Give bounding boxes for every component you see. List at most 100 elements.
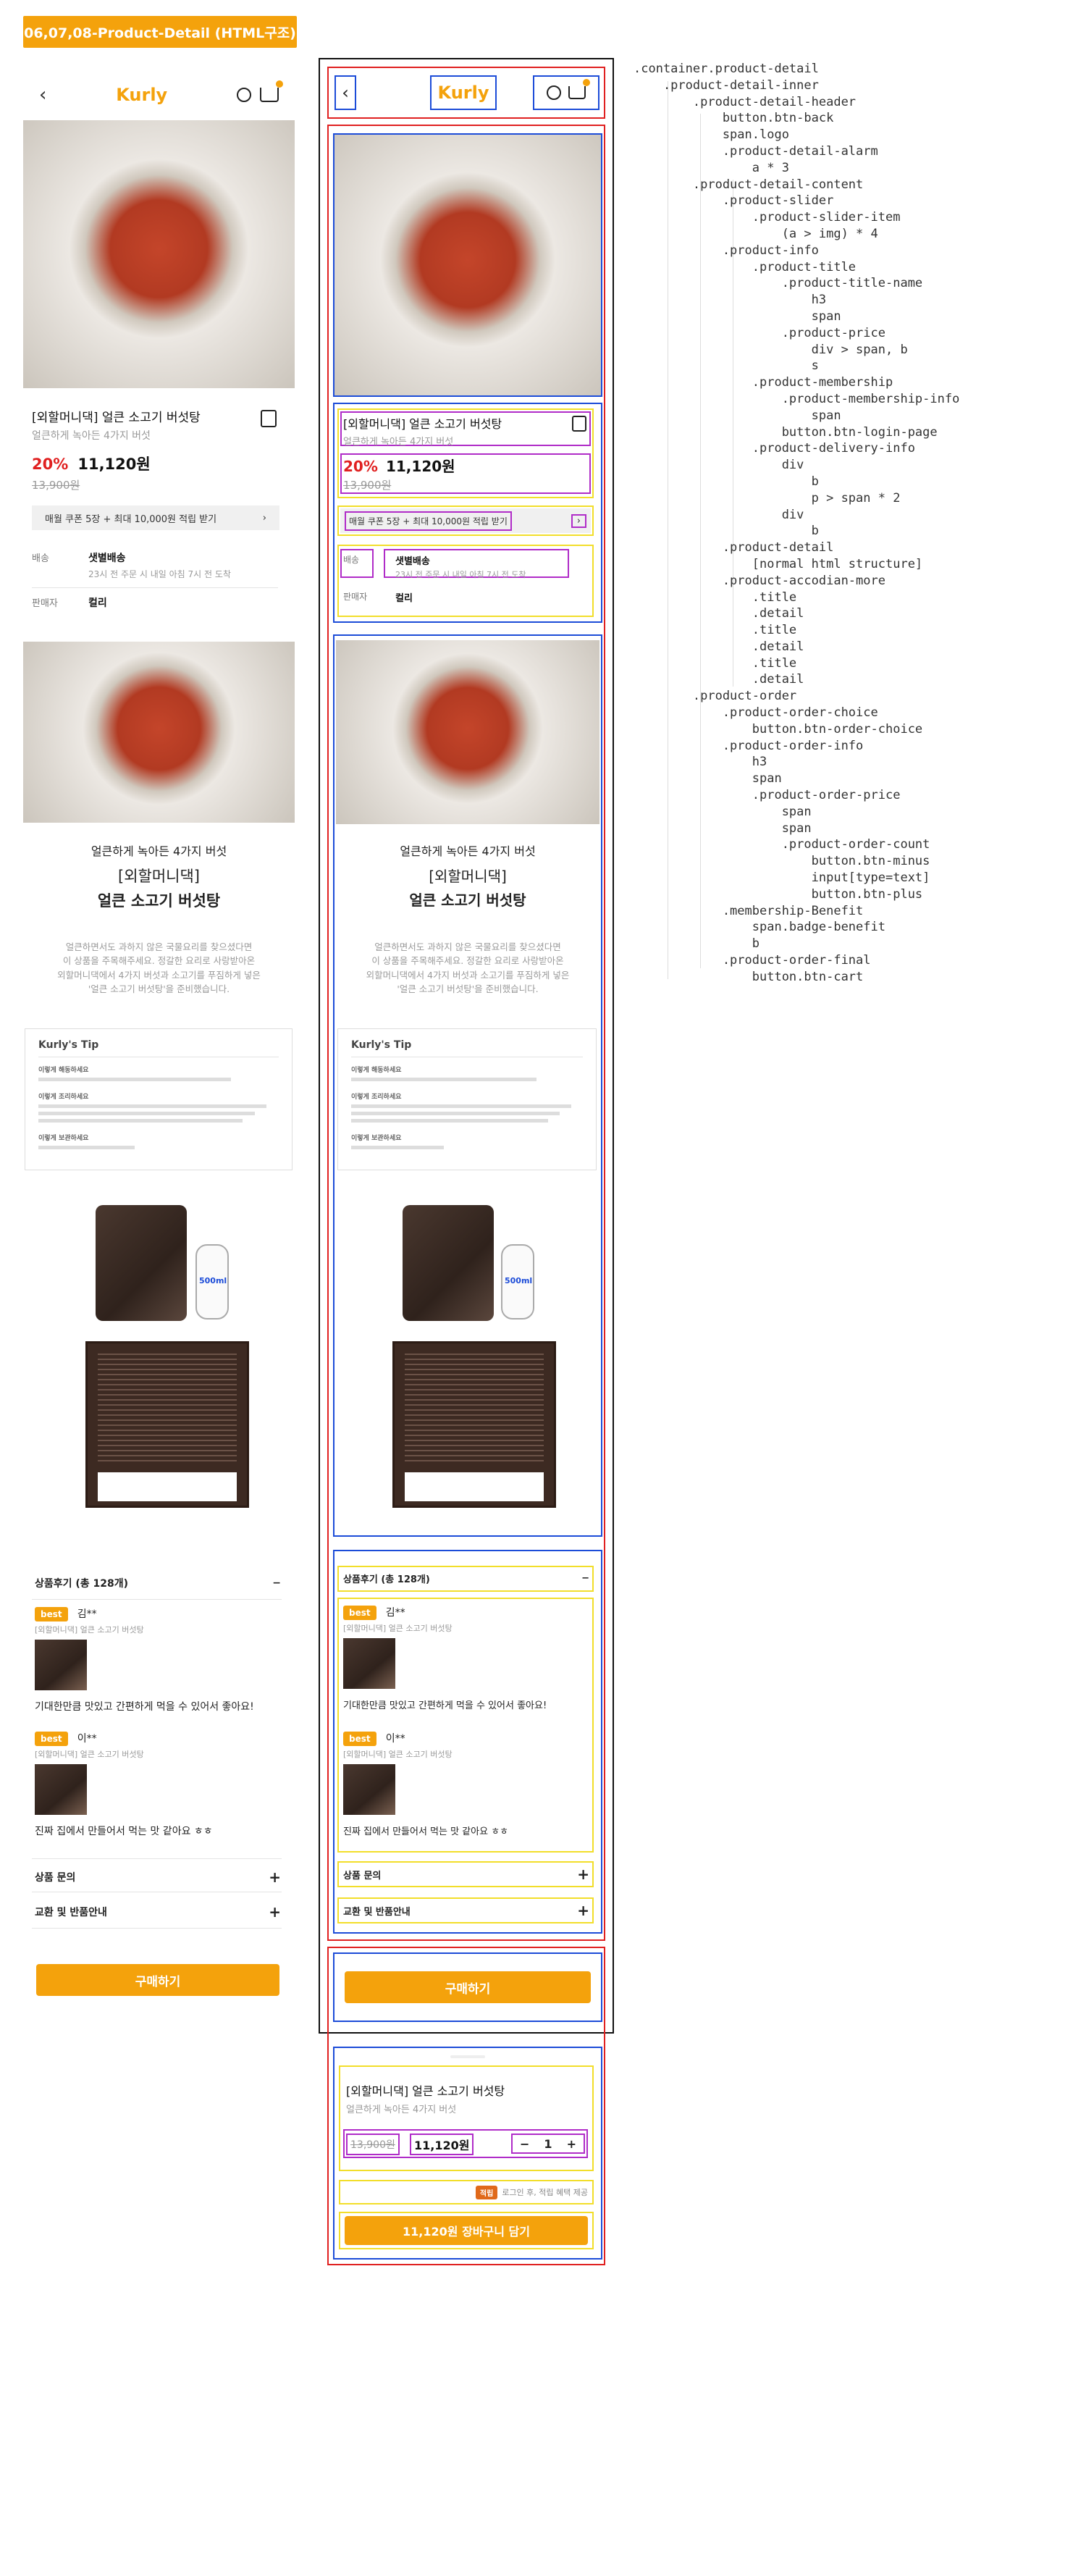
review-text: 기대한만큼 맛있고 간편하게 먹을 수 있어서 좋아요! — [343, 1700, 547, 1711]
divider — [32, 1928, 282, 1929]
review-photo[interactable] — [35, 1640, 87, 1690]
plus-icon[interactable]: + — [269, 1903, 281, 1921]
exchange-title: 교환 및 반품안내 — [343, 1906, 411, 1918]
product-detail-header: ‹ Kurly — [23, 72, 295, 117]
kurly-tip: Kurly's Tip 이렇게 해동하세요 이렇게 조리하세요 이렇게 보관하세… — [337, 1028, 597, 1170]
plus-icon[interactable]: + — [577, 1902, 589, 1919]
product-price: 20% 11,120원 13,900원 — [343, 455, 455, 492]
review-product: [외할머니댁] 얼큰 소고기 버섯탕 — [35, 1750, 144, 1759]
best-badge: best — [35, 1607, 68, 1621]
btn-back-outline[interactable]: ‹ — [334, 75, 356, 110]
review-item: best 김** [외할머니댁] 얼큰 소고기 버섯탕 기대한만큼 맛있고 간편… — [35, 1606, 281, 1713]
buy-button[interactable]: 구매하기 — [345, 1971, 591, 2003]
search-icon[interactable] — [237, 88, 251, 102]
tip-heading: 이렇게 해동하세요 — [351, 1067, 402, 1074]
product-slider-image[interactable] — [23, 120, 295, 388]
tip-text — [351, 1104, 571, 1108]
review-header[interactable]: 상품후기 (총 128개) − — [343, 1572, 589, 1585]
chevron-left-icon[interactable]: ‹ — [342, 83, 349, 103]
review-text: 기대한만큼 맛있고 간편하게 먹을 수 있어서 좋아요! — [35, 1701, 254, 1713]
delivery-value: 샛별배송 — [88, 553, 126, 564]
coupon-text: 매월 쿠폰 5장 + 최대 10,000원 적립 받기 — [45, 513, 217, 525]
alarm-outline — [533, 75, 599, 110]
cart-button[interactable]: 11,120원 장바구니 담기 — [345, 2216, 588, 2245]
benefit-badge: 적립 — [475, 2185, 498, 2199]
membership-coupon-button[interactable]: 매월 쿠폰 5장 + 최대 10,000원 적립 받기 › — [32, 505, 279, 530]
minus-icon[interactable]: − — [272, 1577, 281, 1589]
plus-button[interactable]: + — [567, 2137, 576, 2151]
tip-text — [38, 1078, 231, 1081]
reviewer-name: 이** — [385, 1733, 405, 1745]
membership-benefit-outline: 적립 로그인 후, 적립 혜택 제공 — [339, 2180, 594, 2204]
logo[interactable]: Kurly — [438, 83, 489, 103]
best-badge: best — [35, 1732, 68, 1746]
review-photo[interactable] — [343, 1764, 395, 1815]
membership-coupon-button[interactable]: 매월 쿠폰 5장 + 최대 10,000원 적립 받기 › — [340, 508, 591, 533]
tip-title: Kurly's Tip — [38, 1039, 99, 1051]
tip-text — [38, 1119, 243, 1123]
sheet-handle[interactable] — [450, 2055, 485, 2058]
nutrition-label-image — [85, 1341, 249, 1508]
review-header[interactable]: 상품후기 (총 128개) − — [35, 1576, 281, 1590]
minus-button[interactable]: − — [520, 2137, 529, 2151]
plus-icon[interactable]: + — [269, 1868, 281, 1886]
buy-button[interactable]: 구매하기 — [36, 1964, 279, 1996]
intro-line1: 얼큰하게 녹아든 4가지 버섯 — [400, 844, 536, 858]
alarm-icon[interactable] — [572, 416, 586, 432]
inquiry-row[interactable]: 상품 문의 + — [343, 1866, 589, 1883]
logo-outline[interactable]: Kurly — [430, 75, 497, 110]
alarm-icon[interactable] — [261, 410, 277, 427]
exchange-row[interactable]: 교환 및 반품안내 + — [343, 1902, 589, 1919]
exchange-title: 교환 및 반품안내 — [35, 1907, 107, 1918]
detail-image — [336, 640, 599, 824]
discount-rate: 20% — [343, 458, 378, 475]
order-sale-price: 11,120원 — [410, 2134, 474, 2155]
product-title: [외할머니댁] 얼큰 소고기 버섯탕 — [343, 417, 502, 431]
review-product: [외할머니댁] 얼큰 소고기 버섯탕 — [35, 1625, 144, 1635]
review-photo[interactable] — [343, 1638, 395, 1689]
product-title: [외할머니댁] 얼큰 소고기 버섯탕 — [32, 411, 201, 425]
desc-line: 이 상품을 주목해주세요. 정갈한 요리로 사랑받아온 — [371, 955, 564, 967]
review-photo[interactable] — [35, 1764, 87, 1815]
detail-image — [23, 642, 295, 823]
chevron-right-icon: › — [262, 512, 266, 524]
divider — [32, 1858, 282, 1859]
tip-text — [38, 1146, 135, 1149]
nutrition-label-image — [392, 1341, 556, 1508]
tip-heading: 이렇게 해동하세요 — [38, 1067, 89, 1074]
tip-heading: 이렇게 보관하세요 — [38, 1135, 89, 1142]
inquiry-row[interactable]: 상품 문의 + — [35, 1868, 281, 1886]
seller-label: 판매자 — [343, 592, 368, 602]
quantity-input[interactable]: 1 — [544, 2137, 552, 2151]
review-text: 진짜 집에서 만들어서 먹는 맛 같아요 ㅎㅎ — [35, 1826, 213, 1837]
cart-icon[interactable] — [260, 80, 283, 102]
chevron-right-icon[interactable]: › — [571, 513, 586, 528]
can-volume-label: 500ml — [199, 1276, 227, 1285]
review-item: best 이** [외할머니댁] 얼큰 소고기 버섯탕 진짜 집에서 만들어서 … — [35, 1731, 281, 1838]
tip-text — [351, 1146, 444, 1149]
review-product: [외할머니댁] 얼큰 소고기 버섯탕 — [343, 1750, 453, 1759]
desc-line: 얼큰하면서도 과하지 않은 국물요리를 찾으셨다면 — [374, 941, 561, 952]
tip-text — [351, 1078, 536, 1081]
inquiry-title: 상품 문의 — [35, 1872, 76, 1884]
delivery-label: 배송 — [343, 555, 360, 565]
intro-line2: [외할머니댁] — [429, 868, 507, 885]
logo[interactable]: Kurly — [116, 85, 167, 105]
desc-line: 이 상품을 주목해주세요. 정갈한 요리로 사랑받아온 — [62, 955, 256, 967]
exchange-row[interactable]: 교환 및 반품안내 + — [35, 1903, 281, 1921]
divider — [32, 1599, 282, 1600]
minus-icon[interactable]: − — [581, 1573, 589, 1584]
cart-icon[interactable] — [568, 79, 590, 99]
product-title-name: [외할머니댁] 얼큰 소고기 버섯탕 얼큰하게 녹아든 4가지 버섯 — [343, 414, 553, 448]
detail-description: 얼큰하면서도 과하지 않은 국물요리를 찾으셨다면 이 상품을 주목해주세요. … — [23, 940, 295, 997]
plus-icon[interactable]: + — [577, 1866, 589, 1883]
intro-line2: [외할머니댁] — [118, 868, 200, 885]
inquiry-title: 상품 문의 — [343, 1870, 382, 1881]
detail-description: 얼큰하면서도 과하지 않은 국물요리를 찾으셨다면 이 상품을 주목해주세요. … — [334, 940, 601, 997]
intro-line1: 얼큰하게 녹아든 4가지 버섯 — [91, 844, 227, 858]
chevron-left-icon[interactable]: ‹ — [39, 84, 46, 106]
desc-line: '얼큰 소고기 버섯탕'을 준비했습니다. — [88, 983, 230, 995]
search-icon[interactable] — [547, 85, 561, 100]
package-image — [403, 1205, 494, 1321]
intro-line3: 얼큰 소고기 버섯탕 — [409, 891, 526, 909]
